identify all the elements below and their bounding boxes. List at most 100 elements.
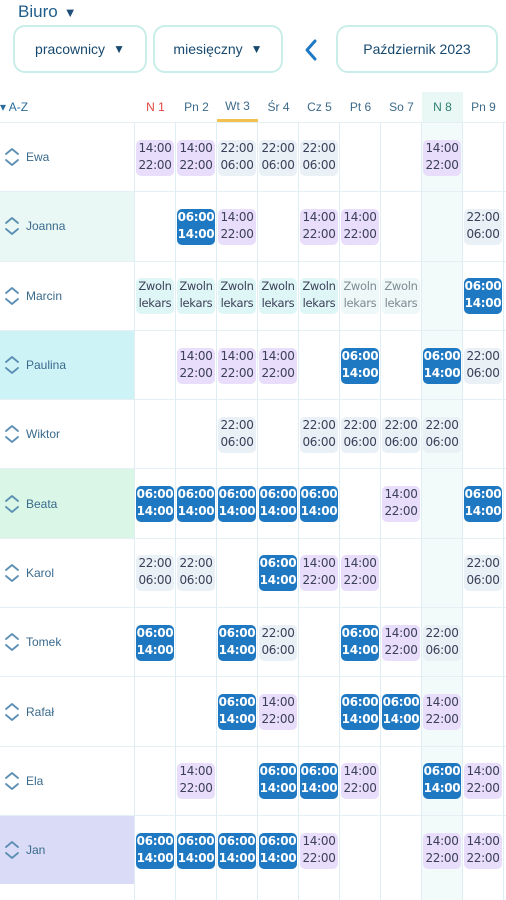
reorder-chevrons-icon[interactable] — [4, 631, 20, 653]
employee-name-cell[interactable]: Marcin — [0, 261, 135, 330]
day-header-7[interactable]: So 7 — [381, 92, 422, 122]
shift-cell[interactable]: 06:00 14:00 — [136, 624, 174, 661]
shift-cell[interactable]: 22:00 06:00 — [177, 555, 215, 592]
workplace-selector[interactable]: Biuro ▼ — [18, 2, 77, 22]
shift-cell[interactable]: 22:00 06:00 — [136, 555, 174, 592]
shift-cell[interactable]: 06:00 14:00 — [177, 486, 215, 523]
shift-cell[interactable]: 06:00 14:00 — [341, 694, 379, 731]
reorder-chevrons-icon[interactable] — [4, 285, 20, 307]
day-header-8[interactable]: N 8 — [422, 92, 463, 122]
leave-cell[interactable]: Zwoln lekars — [136, 278, 174, 315]
reorder-chevrons-icon[interactable] — [4, 146, 20, 168]
sort-toggle[interactable]: ▾ A-Z — [0, 100, 28, 114]
leave-cell[interactable]: Zwoln lekars — [382, 278, 420, 315]
leave-cell[interactable]: Zwoln lekars — [341, 278, 379, 315]
shift-cell[interactable]: 14:00 22:00 — [464, 832, 502, 869]
leave-cell[interactable]: Zwoln lekars — [218, 278, 256, 315]
shift-cell[interactable]: 06:00 14:00 — [177, 208, 215, 245]
month-selector[interactable]: Październik 2023 — [336, 25, 498, 73]
employee-name-cell[interactable]: Tomek — [0, 608, 135, 677]
shift-cell[interactable]: 06:00 14:00 — [136, 832, 174, 869]
reorder-chevrons-icon[interactable] — [4, 493, 20, 515]
leave-cell[interactable]: Zwoln lekars — [300, 278, 338, 315]
shift-cell[interactable]: 22:00 06:00 — [423, 416, 461, 453]
shift-cell[interactable]: 06:00 14:00 — [218, 694, 256, 731]
shift-cell[interactable]: 22:00 06:00 — [259, 624, 297, 661]
day-header-2[interactable]: Pn 2 — [176, 92, 217, 122]
shift-cell[interactable]: 14:00 22:00 — [382, 624, 420, 661]
shift-cell[interactable]: 06:00 14:00 — [218, 624, 256, 661]
reorder-chevrons-icon[interactable] — [4, 354, 20, 376]
shift-cell[interactable]: 06:00 14:00 — [259, 555, 297, 592]
employee-name-cell[interactable]: Paulina — [0, 330, 135, 400]
shift-cell[interactable]: 22:00 06:00 — [423, 624, 461, 661]
day-header-5[interactable]: Cz 5 — [299, 92, 340, 122]
shift-cell[interactable]: 14:00 22:00 — [300, 832, 338, 869]
shift-cell[interactable]: 14:00 22:00 — [423, 694, 461, 731]
shift-cell[interactable]: 06:00 14:00 — [464, 278, 502, 315]
shift-cell[interactable]: 14:00 22:00 — [300, 555, 338, 592]
shift-cell[interactable]: 22:00 06:00 — [341, 416, 379, 453]
shift-cell[interactable]: 06:00 14:00 — [382, 694, 420, 731]
shift-cell[interactable]: 14:00 22:00 — [259, 694, 297, 731]
shift-cell[interactable]: 22:00 06:00 — [259, 139, 297, 176]
shift-cell[interactable]: 14:00 22:00 — [177, 347, 215, 384]
shift-cell[interactable]: 06:00 14:00 — [423, 347, 461, 384]
day-header-1[interactable]: N 1 — [135, 92, 176, 122]
shift-cell[interactable]: 06:00 14:00 — [259, 832, 297, 869]
shift-cell[interactable]: 22:00 06:00 — [218, 139, 256, 176]
reorder-chevrons-icon[interactable] — [4, 770, 20, 792]
employee-name-cell[interactable]: Jan — [0, 815, 135, 885]
employee-name-cell[interactable]: Ela — [0, 746, 135, 815]
shift-cell[interactable]: 06:00 14:00 — [259, 486, 297, 523]
shift-cell[interactable]: 06:00 14:00 — [177, 832, 215, 869]
day-header-6[interactable]: Pt 6 — [340, 92, 381, 122]
shift-cell[interactable]: 06:00 14:00 — [341, 347, 379, 384]
shift-cell[interactable]: 14:00 22:00 — [300, 208, 338, 245]
shift-cell[interactable]: 14:00 22:00 — [341, 208, 379, 245]
reorder-chevrons-icon[interactable] — [4, 839, 20, 861]
shift-cell[interactable]: 06:00 14:00 — [136, 486, 174, 523]
shift-cell[interactable]: 06:00 14:00 — [300, 486, 338, 523]
employee-name-cell[interactable]: Wiktor — [0, 400, 135, 469]
shift-cell[interactable]: 22:00 06:00 — [464, 555, 502, 592]
shift-cell[interactable]: 14:00 22:00 — [341, 763, 379, 800]
employees-filter-dropdown[interactable]: pracownicy ▼ — [13, 25, 147, 73]
shift-cell[interactable]: 06:00 14:00 — [464, 486, 502, 523]
reorder-chevrons-icon[interactable] — [4, 423, 20, 445]
shift-cell[interactable]: 06:00 14:00 — [218, 486, 256, 523]
shift-cell[interactable]: 22:00 06:00 — [464, 208, 502, 245]
shift-cell[interactable]: 14:00 22:00 — [136, 139, 174, 176]
shift-cell[interactable]: 06:00 14:00 — [423, 763, 461, 800]
shift-cell[interactable]: 22:00 06:00 — [464, 347, 502, 384]
reorder-chevrons-icon[interactable] — [4, 701, 20, 723]
previous-month-button[interactable] — [298, 30, 324, 70]
shift-cell[interactable]: 14:00 22:00 — [423, 832, 461, 869]
shift-cell[interactable]: 14:00 22:00 — [259, 347, 297, 384]
shift-cell[interactable]: 22:00 06:00 — [300, 416, 338, 453]
reorder-chevrons-icon[interactable] — [4, 562, 20, 584]
employee-name-cell[interactable]: Joanna — [0, 192, 135, 261]
shift-cell[interactable]: 22:00 06:00 — [300, 139, 338, 176]
shift-cell[interactable]: 14:00 22:00 — [218, 347, 256, 384]
shift-cell[interactable]: 14:00 22:00 — [464, 763, 502, 800]
leave-cell[interactable]: Zwoln lekars — [177, 278, 215, 315]
shift-cell[interactable]: 14:00 22:00 — [382, 486, 420, 523]
employee-name-cell[interactable]: Beata — [0, 469, 135, 538]
shift-cell[interactable]: 14:00 22:00 — [177, 139, 215, 176]
shift-cell[interactable]: 14:00 22:00 — [177, 763, 215, 800]
shift-cell[interactable]: 06:00 14:00 — [341, 624, 379, 661]
shift-cell[interactable]: 06:00 14:00 — [300, 763, 338, 800]
employee-name-cell[interactable]: Karol — [0, 538, 135, 608]
employee-name-cell[interactable]: Ewa — [0, 123, 135, 192]
shift-cell[interactable]: 14:00 22:00 — [218, 208, 256, 245]
shift-cell[interactable]: 06:00 14:00 — [218, 832, 256, 869]
leave-cell[interactable]: Zwoln lekars — [259, 278, 297, 315]
shift-cell[interactable]: 06:00 14:00 — [259, 763, 297, 800]
employee-name-cell[interactable]: Rafał — [0, 677, 135, 746]
day-header-9[interactable]: Pn 9 — [463, 92, 504, 122]
day-header-4[interactable]: Śr 4 — [258, 92, 299, 122]
shift-cell[interactable]: 14:00 22:00 — [423, 139, 461, 176]
day-header-3[interactable]: Wt 3 — [217, 92, 258, 122]
shift-cell[interactable]: 22:00 06:00 — [382, 416, 420, 453]
